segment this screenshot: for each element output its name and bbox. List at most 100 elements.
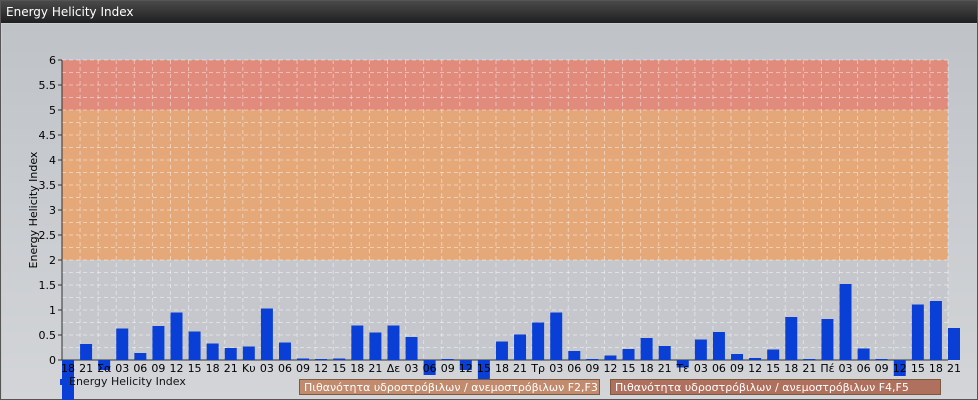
bar bbox=[712, 332, 725, 360]
bar bbox=[116, 328, 129, 360]
bar bbox=[188, 331, 201, 360]
bar bbox=[405, 337, 418, 360]
bar bbox=[514, 334, 527, 360]
y-tick-label: 0 bbox=[49, 354, 56, 367]
x-tick-label: 18 bbox=[784, 362, 798, 375]
x-tick-label: 09 bbox=[151, 362, 165, 375]
bar bbox=[640, 338, 653, 360]
bar bbox=[767, 349, 780, 360]
x-tick-label: 06 bbox=[857, 362, 871, 375]
x-tick-label: 21 bbox=[802, 362, 816, 375]
x-tick-label: 06 bbox=[712, 362, 726, 375]
x-tick-label: 12 bbox=[459, 362, 473, 375]
x-tick-label: 12 bbox=[748, 362, 762, 375]
bar bbox=[839, 284, 852, 360]
x-tick-label: 06 bbox=[423, 362, 437, 375]
bar bbox=[694, 339, 707, 360]
y-tick-label: 1 bbox=[49, 304, 56, 317]
x-tick-label: 18 bbox=[350, 362, 364, 375]
bar bbox=[441, 359, 454, 360]
bar bbox=[604, 355, 617, 360]
x-tick-label: 18 bbox=[640, 362, 654, 375]
bar bbox=[875, 359, 888, 360]
x-tick-label: 09 bbox=[441, 362, 455, 375]
legend-series-swatch bbox=[60, 379, 66, 385]
y-tick-label: 1.5 bbox=[39, 279, 57, 292]
y-tick-label: 6 bbox=[49, 54, 56, 67]
x-tick-label: 09 bbox=[585, 362, 599, 375]
bar bbox=[622, 349, 635, 360]
bar bbox=[550, 312, 563, 360]
x-tick-label: 12 bbox=[603, 362, 617, 375]
legend-f4f5: Πιθανότητα υδροστρόβιλων / ανεμοστρόβιλω… bbox=[610, 379, 941, 395]
bar bbox=[315, 359, 328, 360]
bar bbox=[351, 325, 364, 360]
x-tick-label: 15 bbox=[188, 362, 202, 375]
x-tick-label: 03 bbox=[839, 362, 853, 375]
bar bbox=[206, 343, 219, 360]
y-axis-label: Energy Helicity Index bbox=[27, 151, 40, 268]
x-tick-label: 03 bbox=[549, 362, 563, 375]
legend-f2f3: Πιθανότητα υδροστρόβιλων / ανεμοστρόβιλω… bbox=[299, 379, 600, 395]
x-tick-label: 15 bbox=[332, 362, 346, 375]
bar bbox=[803, 359, 816, 360]
x-tick-label: 18 bbox=[495, 362, 509, 375]
bar bbox=[278, 342, 291, 360]
bar bbox=[929, 301, 942, 360]
legend-series: Energy Helicity Index bbox=[60, 375, 186, 389]
bar bbox=[152, 326, 165, 360]
x-tick-label: 03 bbox=[115, 362, 129, 375]
y-tick-label: 0.5 bbox=[39, 329, 57, 342]
x-tick-label: 06 bbox=[278, 362, 292, 375]
x-tick-label: 12 bbox=[893, 362, 907, 375]
x-tick-label: Κυ bbox=[242, 362, 256, 375]
bar bbox=[80, 344, 93, 360]
bar bbox=[495, 341, 508, 360]
bar bbox=[333, 358, 346, 360]
bar bbox=[821, 319, 834, 360]
y-tick-label: 4 bbox=[49, 154, 56, 167]
x-tick-label: 18 bbox=[61, 362, 75, 375]
x-tick-label: 15 bbox=[911, 362, 925, 375]
bar bbox=[170, 312, 183, 360]
legend-series-label: Energy Helicity Index bbox=[69, 375, 186, 388]
x-tick-label: Πέ bbox=[820, 362, 834, 375]
legend-f2f3-label: Πιθανότητα υδροστρόβιλων / ανεμοστρόβιλω… bbox=[304, 381, 598, 394]
y-tick-label: 2 bbox=[49, 254, 56, 267]
x-tick-label: Τε bbox=[675, 362, 689, 375]
bar bbox=[369, 332, 382, 360]
legend-f4f5-label: Πιθανότητα υδροστρόβιλων / ανεμοστρόβιλω… bbox=[615, 381, 909, 394]
x-tick-label: 21 bbox=[224, 362, 238, 375]
x-tick-label: 18 bbox=[929, 362, 943, 375]
bar bbox=[242, 346, 255, 360]
bar bbox=[911, 304, 924, 360]
x-tick-label: 21 bbox=[658, 362, 672, 375]
bar bbox=[532, 322, 545, 360]
x-tick-label: 09 bbox=[296, 362, 310, 375]
y-tick-label: 5 bbox=[49, 104, 56, 117]
x-tick-label: 03 bbox=[405, 362, 419, 375]
bar bbox=[658, 346, 671, 360]
x-tick-label: 06 bbox=[133, 362, 147, 375]
x-tick-label: 12 bbox=[169, 362, 183, 375]
x-tick-label: 21 bbox=[79, 362, 93, 375]
bar bbox=[857, 348, 870, 360]
bar bbox=[586, 359, 599, 360]
x-tick-label: 21 bbox=[368, 362, 382, 375]
bar bbox=[387, 325, 400, 360]
bar bbox=[568, 351, 581, 360]
x-tick-label: 12 bbox=[314, 362, 328, 375]
x-tick-label: 15 bbox=[766, 362, 780, 375]
x-tick-label: 03 bbox=[694, 362, 708, 375]
x-tick-label: 03 bbox=[260, 362, 274, 375]
x-tick-label: 15 bbox=[622, 362, 636, 375]
x-tick-label: Δε bbox=[387, 362, 401, 375]
y-tick-label: 3 bbox=[49, 204, 56, 217]
bar bbox=[297, 358, 310, 360]
x-tick-label: Σα bbox=[97, 362, 111, 375]
bar bbox=[749, 358, 762, 360]
x-tick-label: 09 bbox=[875, 362, 889, 375]
x-tick-label: 21 bbox=[947, 362, 961, 375]
x-tick-label: 06 bbox=[567, 362, 581, 375]
y-tick-label: 5.5 bbox=[39, 79, 57, 92]
